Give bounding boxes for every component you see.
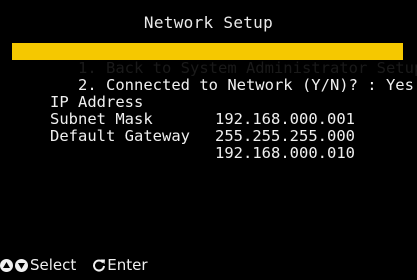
menu-item-connected-to-network[interactable]: 2. Connected to Network (Y/N)? : Yes bbox=[0, 60, 417, 94]
default-gateway-value: 192.168.000.010 bbox=[215, 144, 355, 162]
footer-hints: Select Enter bbox=[0, 256, 148, 274]
down-arrow-circle-icon bbox=[15, 258, 28, 272]
ip-address-row: IP Address 192.168.000.001 bbox=[0, 77, 417, 128]
menu-item-back-to-admin-setup[interactable]: 1. Back to System Administrator Setup bbox=[12, 43, 417, 77]
default-gateway-row: Default Gateway 192.168.000.010 bbox=[0, 111, 417, 162]
network-setup-screen: Network Setup 1. Back to System Administr… bbox=[0, 0, 417, 280]
page-title: Network Setup bbox=[143, 13, 274, 32]
menu-list: 1. Back to System Administrator Setup 2. C… bbox=[0, 43, 417, 162]
up-arrow-circle-icon bbox=[0, 258, 13, 272]
enter-hint-label: Enter bbox=[107, 256, 148, 274]
subnet-mask-row: Subnet Mask 255.255.255.000 bbox=[0, 94, 417, 145]
select-hint-label: Select bbox=[30, 256, 77, 274]
default-gateway-label: Default Gateway bbox=[50, 127, 190, 145]
rotate-arrow-icon bbox=[92, 258, 106, 272]
subnet-mask-value: 255.255.255.000 bbox=[215, 127, 355, 145]
